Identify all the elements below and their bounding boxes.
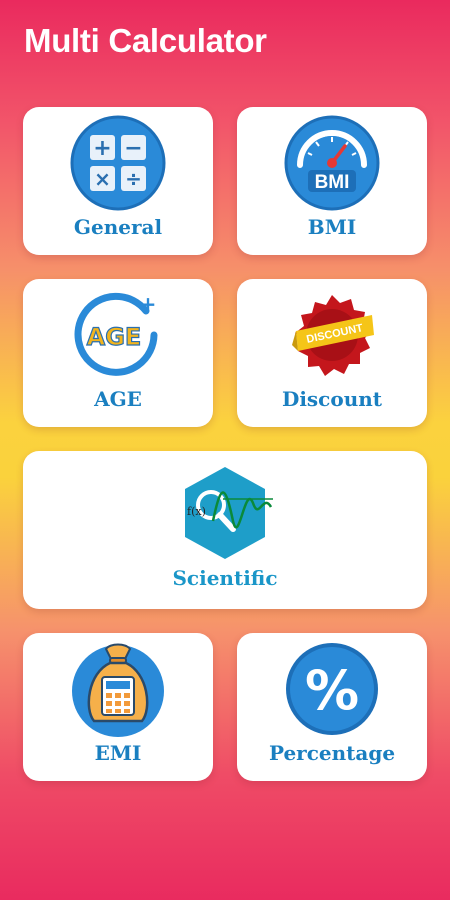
percentage-label: Percentage [268, 741, 396, 765]
age-icon-text: AGE [87, 323, 142, 351]
svg-text:×: × [94, 167, 111, 191]
scientific-label: Scientific [172, 566, 278, 590]
bmi-calculator-card[interactable]: BMI BMI [237, 107, 427, 255]
bmi-label: BMI [307, 215, 357, 239]
money-bag-calculator-icon [72, 643, 164, 737]
general-calculator-card[interactable]: + − × ÷ General [23, 107, 213, 255]
emi-label: EMI [94, 741, 142, 765]
svg-text:+: + [140, 292, 157, 316]
age-plus-icon: + AGE [74, 292, 158, 376]
svg-text:+: + [93, 136, 111, 161]
general-label: General [73, 215, 163, 239]
discount-calculator-card[interactable]: DISCOUNT Discount [237, 279, 427, 427]
svg-text:÷: ÷ [125, 167, 142, 191]
discount-badge-icon: DISCOUNT [292, 295, 374, 376]
emi-calculator-card[interactable]: EMI [23, 633, 213, 781]
svg-text:−: − [124, 136, 142, 161]
bmi-gauge-icon: BMI [284, 115, 380, 211]
age-calculator-card[interactable]: + AGE AGE [23, 279, 213, 427]
percent-icon-text: % [305, 659, 359, 722]
percentage-calculator-card[interactable]: % Percentage [237, 633, 427, 781]
bmi-icon-text: BMI [315, 172, 350, 193]
scientific-calculator-card[interactable]: f(x) Scientific [23, 451, 427, 609]
age-label: AGE [94, 387, 142, 411]
calculator-operators-icon: + − × ÷ [70, 115, 166, 211]
scientific-function-icon: f(x) [185, 467, 273, 559]
discount-label: Discount [281, 387, 383, 411]
scientific-icon-text: f(x) [187, 505, 206, 518]
percent-icon: % [286, 643, 378, 735]
app-title: Multi Calculator [24, 22, 267, 59]
